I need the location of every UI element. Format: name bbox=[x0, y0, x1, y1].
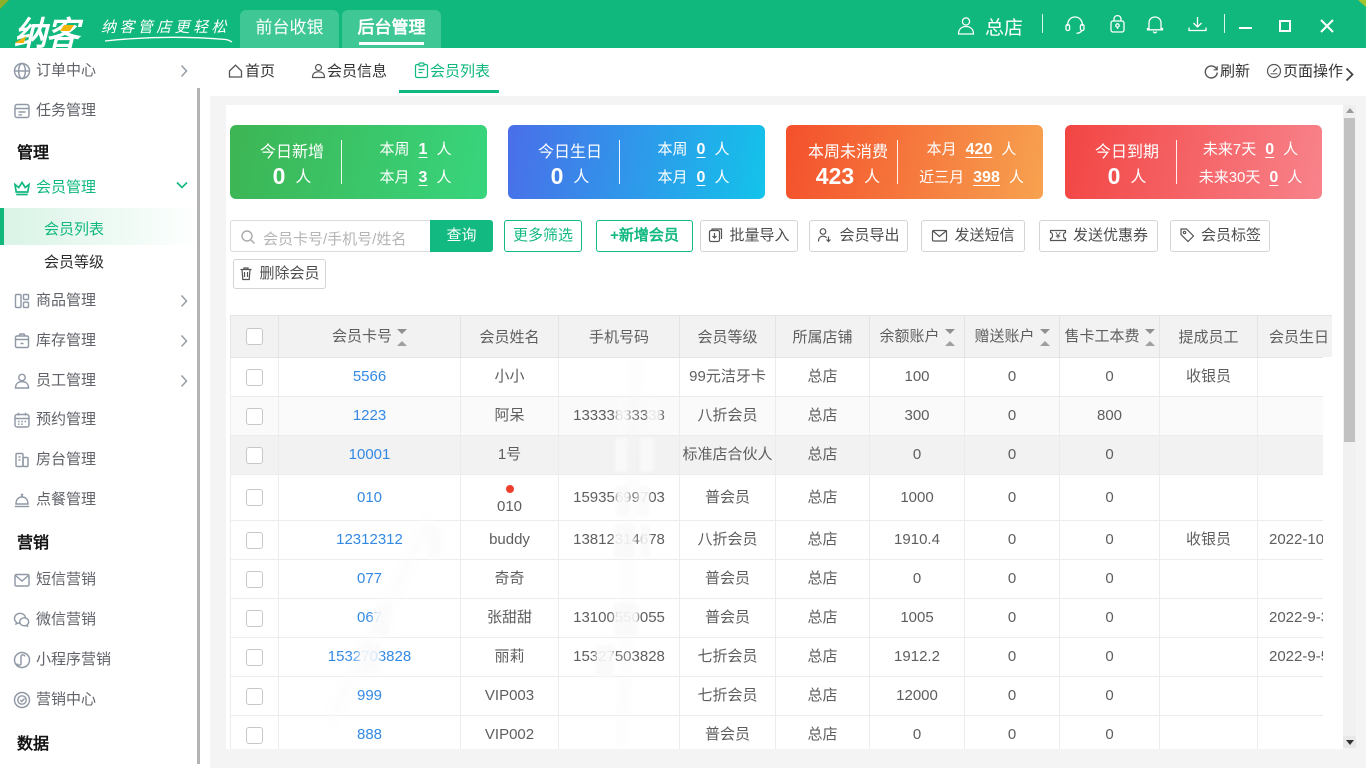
svg-text:纳客管店更轻松: 纳客管店更轻松 bbox=[101, 19, 230, 36]
svg-text:¥: ¥ bbox=[1054, 231, 1061, 242]
